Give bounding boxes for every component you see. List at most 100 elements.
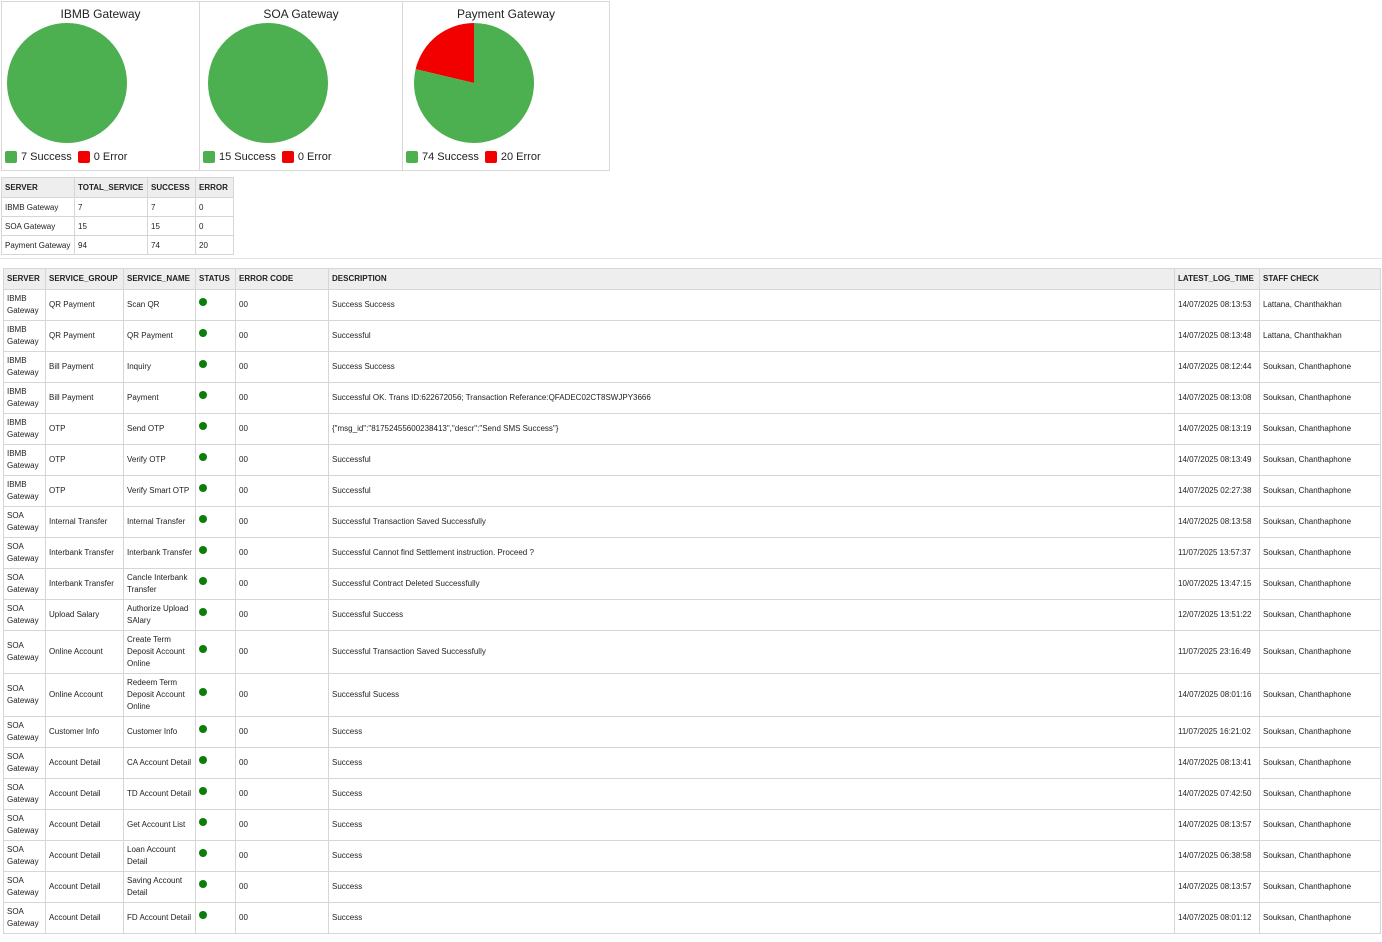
cell-error-code: 00 bbox=[235, 809, 329, 841]
cell-latest-log-time: 14/07/2025 08:13:49 bbox=[1174, 444, 1260, 476]
cell-server: SOA Gateway bbox=[3, 537, 46, 569]
cell-server: IBMB Gateway bbox=[3, 475, 46, 507]
pie-chart bbox=[414, 23, 534, 143]
cell-service-group: QR Payment bbox=[45, 289, 124, 321]
cell-description: Successful bbox=[328, 444, 1175, 476]
chart-soa-gateway: SOA Gateway 15 Success 0 Error bbox=[199, 2, 402, 170]
status-ok-icon bbox=[199, 297, 207, 306]
column-header-success[interactable]: SUCCESS bbox=[147, 177, 196, 198]
cell-description: Success bbox=[328, 902, 1175, 934]
status-ok-icon bbox=[199, 817, 207, 826]
cell-error-code: 00 bbox=[235, 289, 329, 321]
cell-service-name: Scan QR bbox=[123, 289, 196, 321]
cell-error-code: 00 bbox=[235, 716, 329, 748]
cell-latest-log-time: 14/07/2025 08:13:08 bbox=[1174, 382, 1260, 414]
cell-error-code: 00 bbox=[235, 673, 329, 717]
cell-service-group: Account Detail bbox=[45, 778, 124, 810]
cell-error-code: 00 bbox=[235, 320, 329, 352]
success-legend-swatch[interactable] bbox=[203, 151, 215, 163]
success-slice[interactable] bbox=[7, 23, 127, 143]
cell-service-group: OTP bbox=[45, 475, 124, 507]
error-legend-swatch[interactable] bbox=[484, 151, 497, 163]
success-legend-swatch[interactable] bbox=[5, 151, 17, 163]
cell-service-name: Internal Transfer bbox=[123, 506, 196, 538]
column-header-error[interactable]: ERROR bbox=[195, 177, 234, 198]
table-row: IBMB Gateway 7 7 0 bbox=[1, 197, 234, 217]
cell-error: 0 bbox=[195, 197, 234, 217]
cell-service-name: Verify OTP bbox=[123, 444, 196, 476]
column-header-total-service[interactable]: TOTAL_SERVICE bbox=[74, 177, 148, 198]
table-row: SOA Gateway Online Account Create Term Dep… bbox=[3, 630, 1381, 674]
cell-description: Successful Sucess bbox=[328, 673, 1175, 717]
cell-staff-check: Souksan, Chanthaphone bbox=[1259, 475, 1381, 507]
cell-server: IBMB Gateway bbox=[3, 351, 46, 383]
cell-service-name: Create Term Deposit Account Online bbox=[123, 630, 196, 674]
cell-staff-check: Souksan, Chanthaphone bbox=[1259, 444, 1381, 476]
cell-status bbox=[195, 475, 236, 507]
column-header-status[interactable]: STATUS bbox=[195, 268, 236, 290]
cell-staff-check: Souksan, Chanthaphone bbox=[1259, 871, 1381, 903]
cell-error-code: 00 bbox=[235, 599, 329, 631]
cell-total-service: 94 bbox=[74, 235, 148, 255]
cell-success: 74 bbox=[147, 235, 196, 255]
cell-status bbox=[195, 351, 236, 383]
table-row: SOA Gateway 15 15 0 bbox=[1, 216, 234, 236]
cell-latest-log-time: 10/07/2025 13:47:15 bbox=[1174, 568, 1260, 600]
success-legend-label: 7 Success bbox=[21, 151, 72, 163]
table-row: SOA Gateway Account Detail Saving Account … bbox=[3, 871, 1381, 903]
table-row: SOA Gateway Internal Transfer Internal Tra… bbox=[3, 506, 1381, 538]
cell-staff-check: Souksan, Chanthaphone bbox=[1259, 716, 1381, 748]
column-header-server[interactable]: SERVER bbox=[3, 268, 46, 290]
cell-server: IBMB Gateway bbox=[3, 382, 46, 414]
cell-status bbox=[195, 778, 236, 810]
column-header-description[interactable]: DESCRIPTION bbox=[328, 268, 1175, 290]
cell-status bbox=[195, 289, 236, 321]
error-legend-swatch[interactable] bbox=[77, 151, 90, 163]
success-slice[interactable] bbox=[208, 23, 328, 143]
cell-latest-log-time: 12/07/2025 13:51:22 bbox=[1174, 599, 1260, 631]
column-header-latest-log-time[interactable]: LATEST_LOG_TIME bbox=[1174, 268, 1260, 290]
cell-server: SOA Gateway bbox=[3, 871, 46, 903]
cell-success: 7 bbox=[147, 197, 196, 217]
cell-status bbox=[195, 537, 236, 569]
table-row: SOA Gateway Interbank Transfer Cancle Inte… bbox=[3, 568, 1381, 600]
gateway-charts-panel: IBMB Gateway 7 Success 0 Error SOA Gatew… bbox=[1, 1, 610, 171]
cell-status bbox=[195, 599, 236, 631]
cell-error: 0 bbox=[195, 216, 234, 236]
column-header-service-name[interactable]: SERVICE_NAME bbox=[123, 268, 196, 290]
success-legend-swatch[interactable] bbox=[406, 151, 418, 163]
cell-latest-log-time: 14/07/2025 08:13:41 bbox=[1174, 747, 1260, 779]
cell-service-group: Account Detail bbox=[45, 747, 124, 779]
column-header-error-code[interactable]: ERROR CODE bbox=[235, 268, 329, 290]
error-legend-swatch[interactable] bbox=[281, 151, 294, 163]
cell-description: Successful bbox=[328, 320, 1175, 352]
cell-status bbox=[195, 568, 236, 600]
cell-service-group: Interbank Transfer bbox=[45, 537, 124, 569]
cell-service-name: Customer Info bbox=[123, 716, 196, 748]
cell-status bbox=[195, 673, 236, 717]
summary-table: SERVER TOTAL_SERVICE SUCCESS ERROR IBMB … bbox=[1, 177, 234, 255]
status-ok-icon bbox=[199, 724, 207, 733]
cell-service-group: Account Detail bbox=[45, 871, 124, 903]
column-header-staff-check[interactable]: STAFF CHECK bbox=[1259, 268, 1381, 290]
table-row: IBMB Gateway Bill Payment Payment 00 Success… bbox=[3, 382, 1381, 414]
cell-description: {"msg_id":"81752455600238413","descr":"S… bbox=[328, 413, 1175, 445]
table-row: IBMB Gateway QR Payment Scan QR 00 Success S… bbox=[3, 289, 1381, 321]
table-row: SOA Gateway Account Detail FD Account Deta… bbox=[3, 902, 1381, 934]
column-header-service-group[interactable]: SERVICE_GROUP bbox=[45, 268, 124, 290]
chart-legend: 74 Success 20 Error bbox=[406, 151, 547, 163]
cell-staff-check: Souksan, Chanthaphone bbox=[1259, 351, 1381, 383]
table-row: SOA Gateway Account Detail TD Account Deta… bbox=[3, 778, 1381, 810]
cell-server: IBMB Gateway bbox=[3, 320, 46, 352]
cell-error-code: 00 bbox=[235, 630, 329, 674]
table-row: IBMB Gateway OTP Verify Smart OTP 00 Success… bbox=[3, 475, 1381, 507]
cell-description: Successful OK. Trans ID:622672056; Trans… bbox=[328, 382, 1175, 414]
column-header-server[interactable]: SERVER bbox=[1, 177, 75, 198]
cell-error-code: 00 bbox=[235, 351, 329, 383]
cell-staff-check: Souksan, Chanthaphone bbox=[1259, 747, 1381, 779]
cell-total-service: 7 bbox=[74, 197, 148, 217]
cell-error-code: 00 bbox=[235, 568, 329, 600]
cell-server: SOA Gateway bbox=[3, 902, 46, 934]
table-row: SOA Gateway Account Detail Loan Account De… bbox=[3, 840, 1381, 872]
table-row: Payment Gateway 94 74 20 bbox=[1, 235, 234, 255]
